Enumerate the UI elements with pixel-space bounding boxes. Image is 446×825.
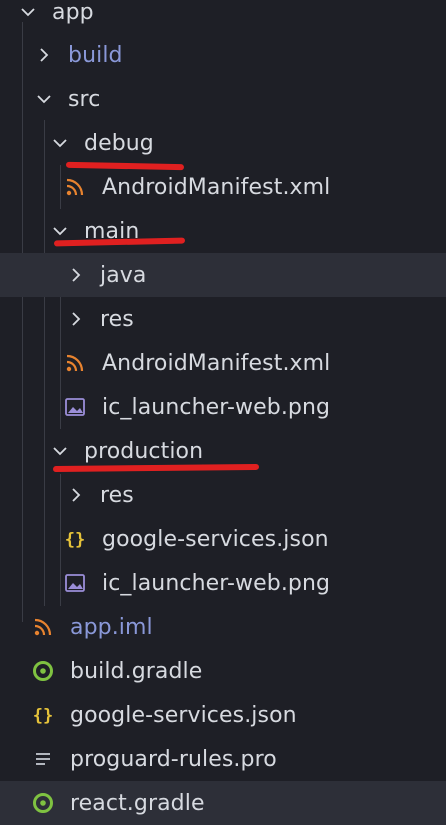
- tree-row-google-services[interactable]: {} google-services.json: [0, 693, 446, 737]
- tree-row-build[interactable]: build: [0, 33, 446, 77]
- rss-icon: [32, 616, 54, 638]
- tree-row-label: AndroidManifest.xml: [102, 350, 331, 376]
- tree-row-androidmanifest[interactable]: AndroidManifest.xml: [0, 165, 446, 209]
- chevron-right-icon[interactable]: [68, 311, 84, 327]
- gradle-icon: [32, 660, 54, 682]
- image-file-icon: [64, 572, 86, 594]
- tree-row-react-gradle[interactable]: react.gradle: [0, 781, 446, 825]
- image-file-icon: [64, 396, 86, 418]
- chevron-down-icon[interactable]: [20, 4, 36, 20]
- tree-row-label: build.gradle: [70, 658, 203, 684]
- tree-row-label: google-services.json: [102, 526, 329, 552]
- tree-row-label: debug: [84, 130, 154, 156]
- tree-row-java[interactable]: java: [0, 253, 446, 297]
- tree-row-label: res: [100, 306, 134, 332]
- svg-text:{}: {}: [33, 706, 53, 726]
- chevron-down-icon[interactable]: [52, 135, 68, 151]
- tree-row-label: google-services.json: [70, 702, 297, 728]
- chevron-right-icon[interactable]: [68, 267, 84, 283]
- tree-row-google-services[interactable]: {} google-services.json: [0, 517, 446, 561]
- json-braces-icon: {}: [64, 528, 86, 550]
- chevron-right-icon[interactable]: [36, 47, 52, 63]
- text-lines-icon: [32, 748, 54, 770]
- tree-row-label: src: [68, 86, 101, 112]
- tree-row-res[interactable]: res: [0, 473, 446, 517]
- tree-row-label: ic_launcher-web.png: [102, 570, 331, 596]
- tree-row-label: app.iml: [70, 614, 153, 640]
- svg-text:{}: {}: [65, 530, 85, 550]
- tree-row-app-iml[interactable]: app.iml: [0, 605, 446, 649]
- json-braces-icon: {}: [32, 704, 54, 726]
- chevron-down-icon[interactable]: [36, 91, 52, 107]
- chevron-down-icon[interactable]: [52, 223, 68, 239]
- rss-icon: [64, 352, 86, 374]
- tree-row-debug[interactable]: debug: [0, 121, 446, 165]
- tree-row-ic-launcher[interactable]: ic_launcher-web.png: [0, 561, 446, 605]
- tree-row-label: ic_launcher-web.png: [102, 394, 331, 420]
- tree-row-label: java: [100, 262, 147, 288]
- tree-row-app[interactable]: app: [0, 0, 446, 34]
- tree-row-label: proguard-rules.pro: [70, 746, 277, 772]
- tree-row-main[interactable]: main: [0, 209, 446, 253]
- rss-icon: [64, 176, 86, 198]
- tree-row-label: production: [84, 438, 204, 464]
- tree-row-label: build: [68, 42, 123, 68]
- tree-row-ic-launcher[interactable]: ic_launcher-web.png: [0, 385, 446, 429]
- tree-row-label: app: [52, 0, 94, 25]
- gradle-icon: [32, 792, 54, 814]
- chevron-down-icon[interactable]: [52, 443, 68, 459]
- tree-row-label: react.gradle: [70, 790, 205, 816]
- tree-row-proguard[interactable]: proguard-rules.pro: [0, 737, 446, 781]
- tree-row-res[interactable]: res: [0, 297, 446, 341]
- tree-row-label: AndroidManifest.xml: [102, 174, 331, 200]
- tree-row-build-gradle[interactable]: build.gradle: [0, 649, 446, 693]
- tree-row-label: res: [100, 482, 134, 508]
- chevron-right-icon[interactable]: [68, 487, 84, 503]
- tree-row-androidmanifest[interactable]: AndroidManifest.xml: [0, 341, 446, 385]
- tree-row-src[interactable]: src: [0, 77, 446, 121]
